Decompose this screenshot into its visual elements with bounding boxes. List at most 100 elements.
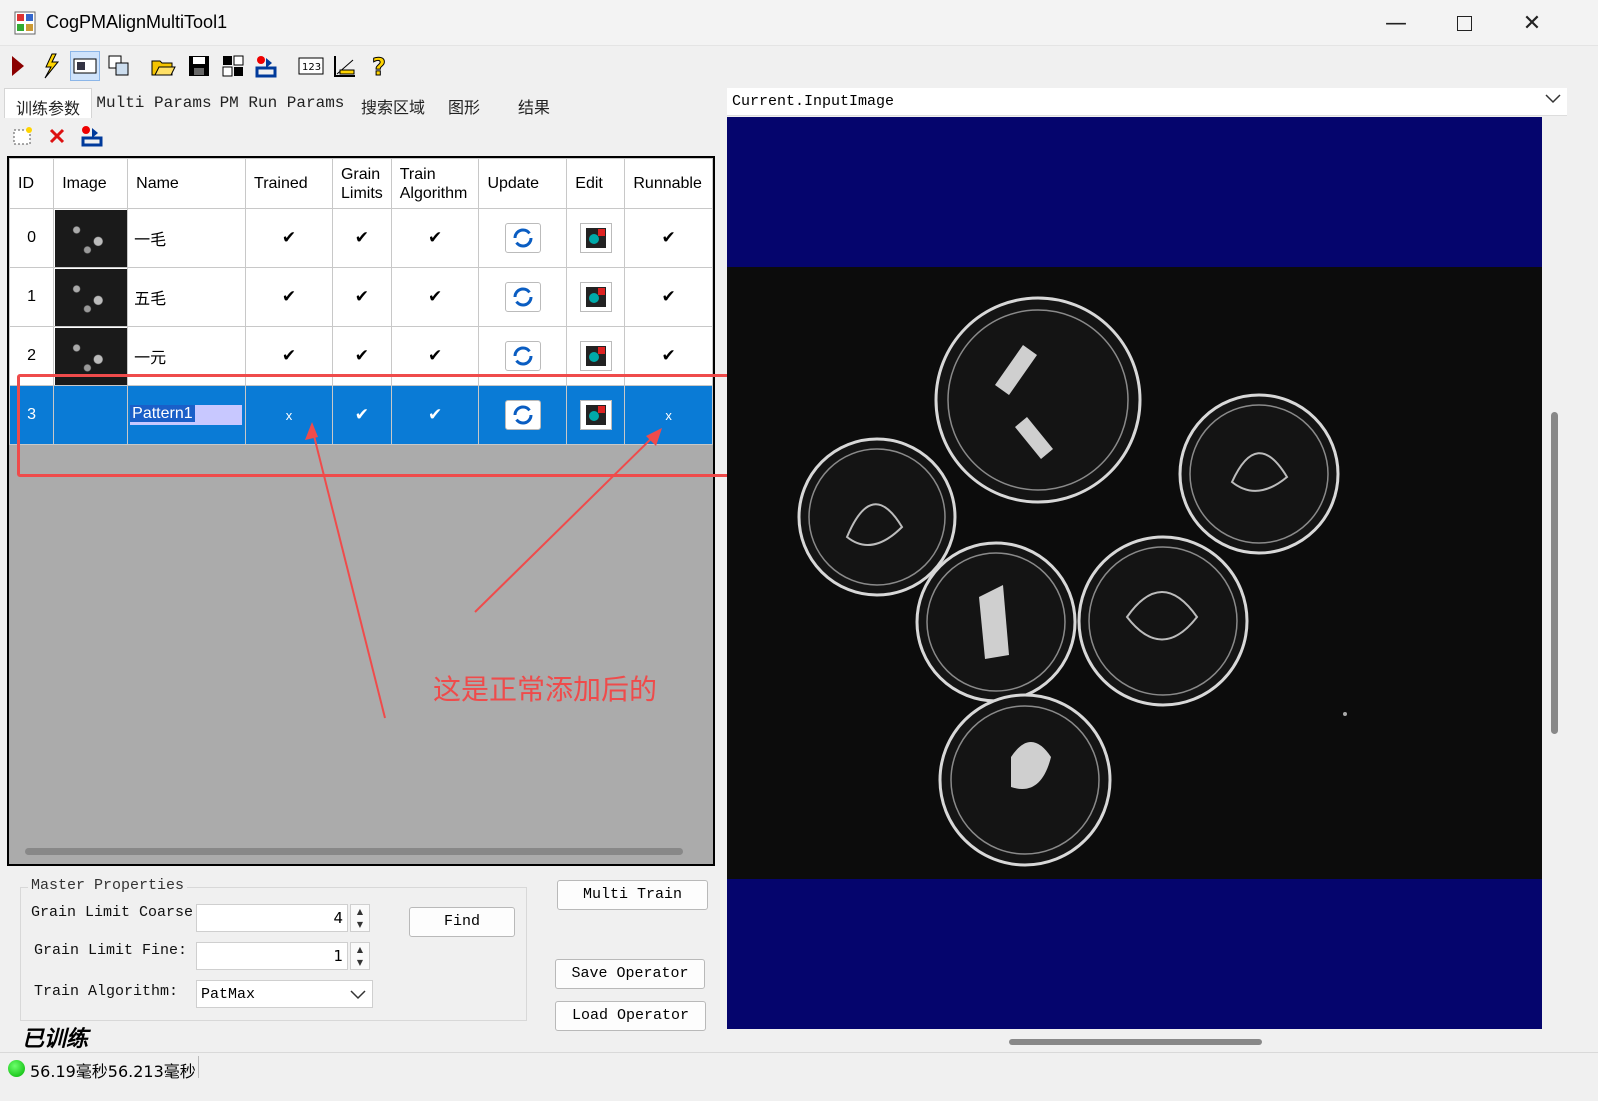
update-button[interactable]	[504, 282, 541, 312]
tab-search-region[interactable]: 搜索区域	[352, 88, 434, 118]
col-id[interactable]: ID	[9, 158, 55, 209]
col-image[interactable]: Image	[53, 158, 129, 209]
find-button[interactable]: Find	[409, 907, 515, 937]
load-operator-button[interactable]: Load Operator	[555, 1001, 706, 1031]
coin-image	[727, 267, 1542, 879]
reset-icon	[222, 55, 244, 77]
grain-limits-check[interactable]: ✔	[331, 267, 392, 327]
master-properties-legend: Master Properties	[28, 877, 188, 894]
measure-button[interactable]	[330, 51, 360, 81]
grain-fine-stepper[interactable]: ▲ ▼	[350, 942, 370, 970]
live-run-icon	[44, 53, 60, 79]
train-algorithm-select[interactable]: PatMax	[196, 980, 373, 1008]
grain-limits-check[interactable]: ✔	[331, 208, 392, 268]
edit-button[interactable]	[579, 282, 612, 312]
edit-pattern-icon	[585, 228, 606, 248]
pattern-thumbnail	[53, 267, 129, 327]
train-algorithm-check[interactable]: ✔	[390, 267, 480, 327]
table-header: ID Image Name Trained Grain Limits Train…	[9, 158, 713, 209]
row-id: 0	[9, 208, 55, 268]
multi-train-button[interactable]: Multi Train	[557, 880, 708, 910]
update-button[interactable]	[504, 223, 541, 253]
tab-multi-params[interactable]: Multi Params	[96, 88, 212, 118]
tab-pm-run-params[interactable]: PM Run Params	[218, 88, 346, 118]
col-name[interactable]: Name	[127, 158, 247, 209]
copy-button[interactable]	[104, 51, 134, 81]
chevron-down-icon	[350, 990, 366, 1000]
grain-coarse-input[interactable]: 4	[196, 904, 348, 932]
tab-graphics[interactable]: 图形	[436, 88, 492, 118]
chevron-down-icon[interactable]	[1544, 92, 1562, 106]
maximize-button[interactable]	[1430, 0, 1498, 46]
refresh-icon	[513, 346, 533, 366]
col-runnable[interactable]: Runnable	[624, 158, 713, 209]
minimize-icon: —	[1385, 10, 1407, 36]
grain-fine-input[interactable]: 1	[196, 942, 348, 970]
annotation-box	[17, 374, 777, 477]
table-row[interactable]: 1 五毛 ✔ ✔ ✔ ✔	[9, 267, 713, 327]
viewer-vertical-scrollbar[interactable]	[1551, 412, 1558, 734]
col-edit[interactable]: Edit	[566, 158, 626, 209]
svg-text:?: ?	[372, 53, 386, 79]
live-run-button[interactable]	[34, 51, 64, 81]
edit-button[interactable]	[579, 341, 612, 371]
pattern-name[interactable]: 五毛	[127, 267, 247, 327]
col-trained[interactable]: Trained	[245, 158, 333, 209]
numeric-button[interactable]: 123	[296, 51, 326, 81]
run-button[interactable]	[2, 51, 32, 81]
trained-check: ✔	[245, 208, 333, 268]
status-indicator-icon	[8, 1060, 25, 1077]
load-image-icon	[255, 56, 277, 78]
col-update[interactable]: Update	[478, 158, 568, 209]
pattern-image	[54, 268, 127, 326]
pattern-grid: ID Image Name Trained Grain Limits Train…	[7, 156, 715, 866]
help-button[interactable]: ?	[364, 51, 394, 81]
image-view-icon	[73, 58, 97, 74]
help-icon: ?	[372, 53, 387, 79]
update-button[interactable]	[504, 341, 541, 371]
update-cell	[478, 267, 568, 327]
measure-icon	[334, 56, 355, 77]
pattern-name[interactable]: 一毛	[127, 208, 247, 268]
edit-pattern-icon	[585, 287, 606, 307]
tab-results[interactable]: 结果	[506, 88, 562, 118]
grain-coarse-stepper[interactable]: ▲ ▼	[350, 904, 370, 932]
status-text: 56.19毫秒56.213毫秒	[30, 1062, 196, 1081]
col-grain-limits[interactable]: Grain Limits	[331, 158, 392, 209]
train-algorithm-check[interactable]: ✔	[390, 208, 480, 268]
save-icon	[189, 56, 209, 76]
edit-button[interactable]	[579, 223, 612, 253]
grain-coarse-label: Grain Limit Coarse:	[31, 904, 203, 921]
reset-button[interactable]	[218, 51, 248, 81]
save-button[interactable]	[184, 51, 214, 81]
row-id: 1	[9, 267, 55, 327]
save-operator-button[interactable]: Save Operator	[555, 959, 705, 989]
image-display[interactable]	[727, 117, 1542, 1029]
tab-train-params[interactable]: 训练参数	[4, 88, 92, 118]
viewer-horizontal-scrollbar[interactable]	[1009, 1039, 1262, 1045]
col-train-algorithm[interactable]: Train Algorithm	[390, 158, 480, 209]
pattern-image	[54, 209, 127, 267]
copy-icon	[108, 55, 129, 76]
load-image-button[interactable]	[252, 51, 282, 81]
run-icon	[12, 56, 24, 76]
new-pattern-icon[interactable]	[12, 125, 34, 147]
grid-horizontal-scrollbar[interactable]	[25, 848, 683, 855]
image-view-button[interactable]	[70, 51, 100, 81]
edit-cell	[566, 267, 626, 327]
numeric-icon: 123	[298, 57, 324, 75]
runnable-check[interactable]: ✔	[624, 208, 713, 268]
open-button[interactable]	[148, 51, 178, 81]
delete-pattern-icon[interactable]	[48, 127, 66, 145]
runnable-check[interactable]: ✔	[624, 267, 713, 327]
table-row[interactable]: 0 一毛 ✔ ✔ ✔ ✔	[9, 208, 713, 268]
update-cell	[478, 208, 568, 268]
close-button[interactable]: ✕	[1498, 0, 1566, 46]
pattern-thumbnail	[53, 208, 129, 268]
status-separator	[198, 1056, 199, 1078]
app-icon	[14, 11, 36, 35]
refresh-icon	[513, 287, 533, 307]
refresh-icon	[513, 228, 533, 248]
import-pattern-icon[interactable]	[80, 125, 106, 147]
minimize-button[interactable]: —	[1362, 0, 1430, 46]
